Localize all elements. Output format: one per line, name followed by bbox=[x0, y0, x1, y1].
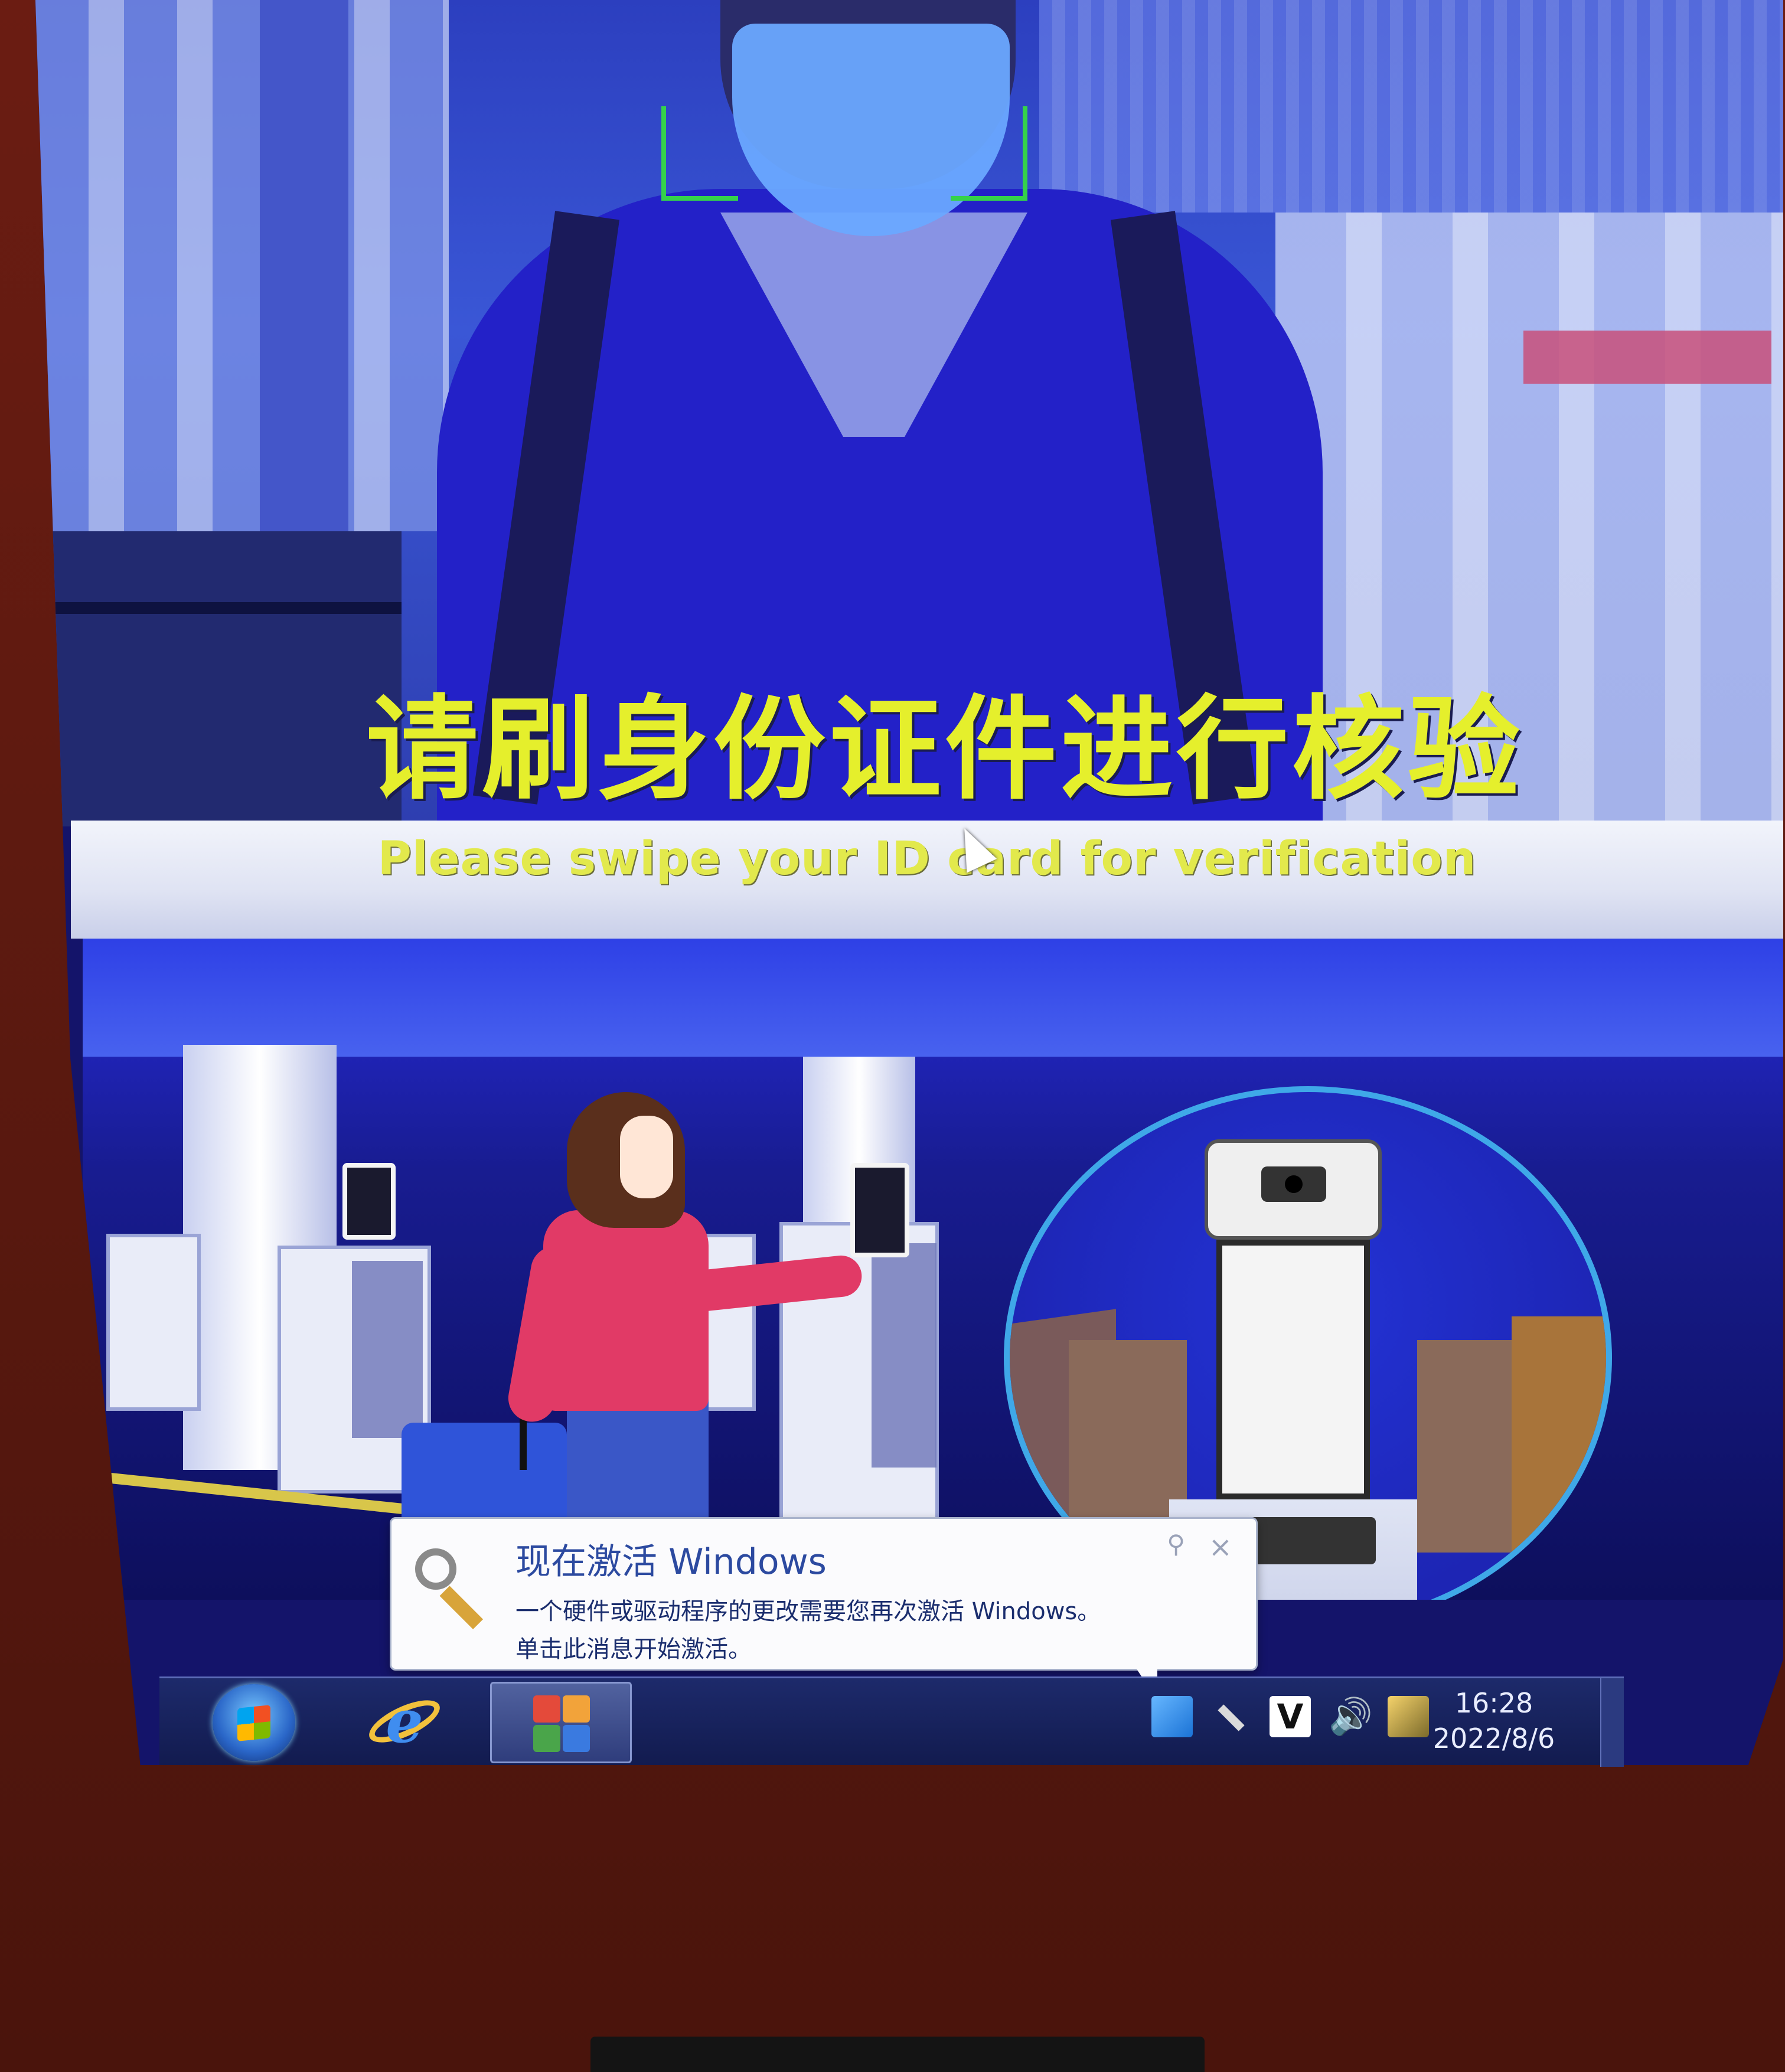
v-app-icon[interactable]: V bbox=[1270, 1696, 1311, 1737]
start-orb-icon[interactable] bbox=[213, 1684, 295, 1761]
clock-date: 2022/8/6 bbox=[1432, 1723, 1555, 1754]
illustration-scanner bbox=[342, 1163, 396, 1240]
internet-explorer-icon[interactable]: e bbox=[363, 1689, 446, 1754]
illustration-ceiling bbox=[83, 939, 1783, 1057]
prompt-bar: Please swipe your ID card for verificati… bbox=[71, 821, 1783, 939]
zoom-seat bbox=[1512, 1316, 1606, 1564]
traveller-top bbox=[543, 1210, 709, 1411]
windows-logo-icon bbox=[237, 1705, 270, 1741]
activation-key-icon bbox=[409, 1542, 492, 1630]
key-icon[interactable] bbox=[1210, 1696, 1252, 1737]
prompt-title: 请刷身份证件进行核验 bbox=[366, 684, 1524, 815]
background-rail bbox=[35, 602, 402, 614]
traveller-face bbox=[620, 1116, 673, 1198]
taskbar: e V 🔊 16:28 2022/8/6 bbox=[159, 1676, 1624, 1767]
illustration-gate bbox=[106, 1234, 201, 1411]
zoom-scanner-head bbox=[1205, 1139, 1382, 1240]
windows-activation-balloon[interactable]: ⚲ × 现在激活 Windows 一个硬件或驱动程序的更改需要您再次激活 Win… bbox=[390, 1517, 1258, 1671]
show-desktop-button[interactable] bbox=[1600, 1678, 1624, 1767]
face-box-corner bbox=[661, 106, 738, 201]
clock-time: 16:28 bbox=[1454, 1687, 1533, 1719]
balloon-close-button[interactable]: × bbox=[1209, 1531, 1232, 1564]
balloon-line-1: 一个硬件或驱动程序的更改需要您再次激活 Windows。 bbox=[515, 1598, 1101, 1625]
card-slot bbox=[590, 2037, 1205, 2072]
kiosk-screen: 请刷身份证件进行核验 Please swipe your ID card for… bbox=[35, 0, 1783, 1765]
volume-icon[interactable]: 🔊 bbox=[1329, 1696, 1373, 1737]
balloon-title: 现在激活 Windows bbox=[515, 1541, 827, 1583]
balloon-line-2: 单击此消息开始激活。 bbox=[515, 1636, 752, 1663]
face-detection-box bbox=[661, 106, 1027, 213]
prompt-subtitle: Please swipe your ID card for verificati… bbox=[377, 832, 1477, 885]
camera-icon bbox=[1261, 1166, 1326, 1202]
illustration-scanner bbox=[850, 1163, 909, 1257]
face-box-corner bbox=[951, 106, 1027, 201]
background-sign bbox=[1523, 331, 1771, 384]
instruction-illustration bbox=[83, 939, 1783, 1600]
background-floor bbox=[35, 531, 402, 826]
action-center-flag-icon[interactable] bbox=[1151, 1696, 1193, 1737]
zoom-scanner-screen bbox=[1216, 1240, 1370, 1499]
tray-clock[interactable]: 16:28 2022/8/6 bbox=[1411, 1685, 1577, 1756]
balloon-options-icon[interactable]: ⚲ bbox=[1167, 1530, 1185, 1558]
office-app-icon[interactable] bbox=[490, 1682, 632, 1763]
